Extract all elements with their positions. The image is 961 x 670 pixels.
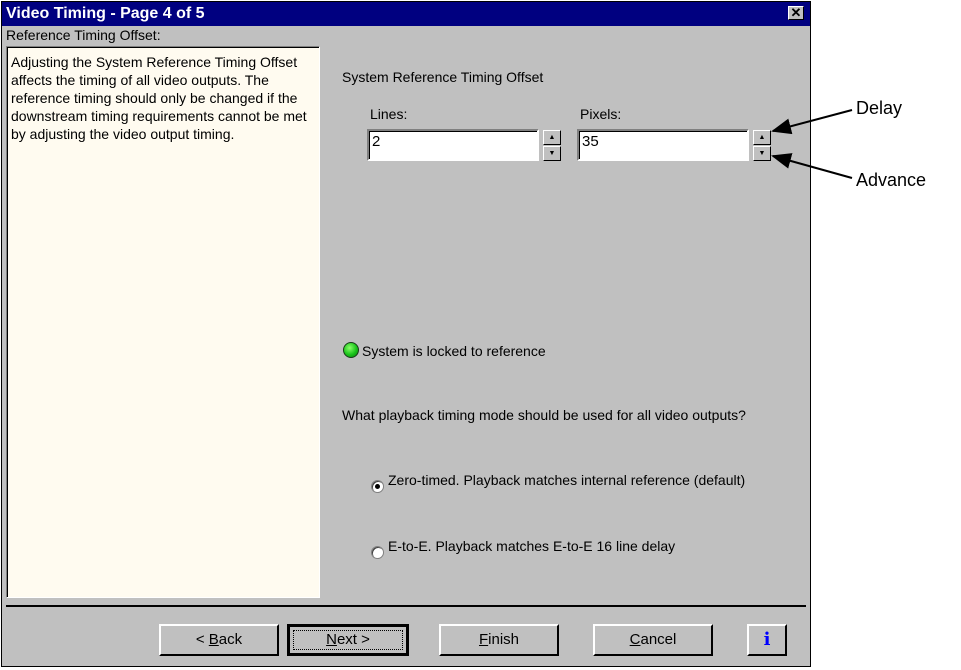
advance-annotation: Advance <box>856 170 927 190</box>
delay-annotation: Delay <box>856 98 903 118</box>
advance-arrow <box>771 153 853 179</box>
annotation-arrows <box>771 109 853 179</box>
delay-arrow <box>771 109 853 135</box>
